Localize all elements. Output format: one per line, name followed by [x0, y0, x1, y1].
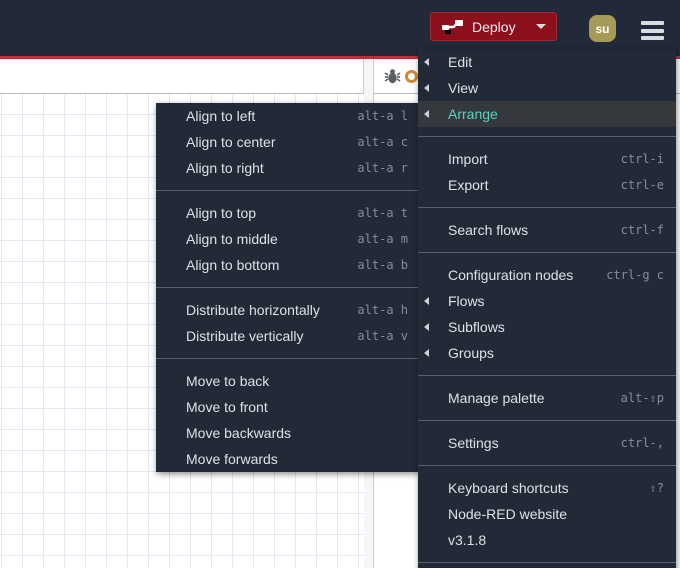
menu-item-shortcut: ctrl-f: [620, 223, 664, 237]
menu-item-label: Search flows: [448, 222, 529, 238]
menu-item-label: Move forwards: [186, 451, 278, 467]
submenu-arrow-icon: [424, 84, 429, 92]
submenu-arrow-icon: [424, 58, 429, 66]
menu-item-move-to-back[interactable]: Move to back: [156, 368, 420, 394]
menu-item-align-to-center[interactable]: Align to center alt-a c: [156, 129, 420, 155]
menu-item-label: Move backwards: [186, 425, 292, 441]
menu-item-manage-palette[interactable]: Manage palette alt-⇧p: [418, 385, 676, 411]
menu-item-shortcut: ⇧?: [649, 481, 664, 495]
menu-separator: [418, 252, 676, 253]
menu-item-align-to-top[interactable]: Align to top alt-a t: [156, 200, 420, 226]
menu-item-search-flows[interactable]: Search flows ctrl-f: [418, 217, 676, 243]
menu-item-node-red-website[interactable]: Node-RED website: [418, 501, 676, 527]
menu-separator: [418, 465, 676, 466]
menu-item-label: Settings: [448, 435, 499, 451]
menu-item-flows[interactable]: Flows: [418, 288, 676, 314]
menu-item-shortcut: alt-a l: [357, 109, 408, 123]
main-menu-hamburger-icon[interactable]: [641, 21, 664, 40]
menu-item-v3-1-8[interactable]: v3.1.8: [418, 527, 676, 553]
menu-item-label: Subflows: [448, 319, 505, 335]
menu-separator: [418, 420, 676, 421]
menu-item-label: Align to middle: [186, 231, 278, 247]
menu-item-settings[interactable]: Settings ctrl-,: [418, 430, 676, 456]
menu-item-label: v3.1.8: [448, 532, 487, 548]
menu-item-label: Align to center: [186, 134, 276, 150]
menu-item-label: Align to top: [186, 205, 257, 221]
menu-item-shortcut: alt-a r: [357, 161, 408, 175]
submenu-arrow-icon: [424, 297, 429, 305]
user-avatar[interactable]: su: [589, 15, 616, 42]
menu-item-label: Distribute vertically: [186, 328, 304, 344]
submenu-arrow-icon: [424, 349, 429, 357]
menu-separator: [418, 207, 676, 208]
menu-item-align-to-bottom[interactable]: Align to bottom alt-a b: [156, 252, 420, 278]
flow-tabbar: [0, 59, 364, 94]
menu-item-shortcut: alt-a b: [357, 258, 408, 272]
menu-item-edit[interactable]: Edit: [418, 49, 676, 75]
deploy-button-label: Deploy: [472, 18, 516, 35]
menu-item-align-to-right[interactable]: Align to right alt-a r: [156, 155, 420, 181]
menu-item-keyboard-shortcuts[interactable]: Keyboard shortcuts ⇧?: [418, 475, 676, 501]
menu-item-label: Manage palette: [448, 390, 545, 406]
menu-separator: [418, 136, 676, 137]
menu-item-label: Distribute horizontally: [186, 302, 320, 318]
menu-item-label: Configuration nodes: [448, 267, 574, 283]
menu-item-label: Node-RED website: [448, 506, 568, 522]
menu-item-subflows[interactable]: Subflows: [418, 314, 676, 340]
menu-item-label: Align to right: [186, 160, 264, 176]
menu-item-align-to-middle[interactable]: Align to middle alt-a m: [156, 226, 420, 252]
menu-item-distribute-vertically[interactable]: Distribute vertically alt-a v: [156, 323, 420, 349]
node-red-window: +: [0, 0, 680, 568]
menu-separator: [156, 190, 420, 191]
debug-tab-bug-icon[interactable]: [384, 68, 401, 90]
menu-item-shortcut: ctrl-i: [620, 152, 664, 166]
menu-item-export[interactable]: Export ctrl-e: [418, 172, 676, 198]
menu-item-label: Arrange: [448, 106, 498, 122]
menu-item-shortcut: ctrl-g c: [606, 268, 664, 282]
menu-item-label: Edit: [448, 54, 473, 70]
menu-item-shortcut: ctrl-e: [620, 178, 664, 192]
deploy-options-caret-icon[interactable]: [536, 24, 546, 29]
main-dropdown-menu: Edit View Arrange Import ctrl-i Export ctrl-e S…: [418, 49, 676, 568]
menu-item-configuration-nodes[interactable]: Configuration nodes ctrl-g c: [418, 262, 676, 288]
menu-item-shortcut: alt-⇧p: [620, 391, 664, 405]
menu-item-shortcut: alt-a h: [357, 303, 408, 317]
menu-separator: [418, 562, 676, 563]
menu-item-label: Keyboard shortcuts: [448, 480, 569, 496]
menu-item-import[interactable]: Import ctrl-i: [418, 146, 676, 172]
menu-item-label: Move to front: [186, 399, 268, 415]
menu-item-label: Groups: [448, 345, 494, 361]
menu-item-label: Move to back: [186, 373, 270, 389]
menu-item-shortcut: alt-a m: [357, 232, 408, 246]
menu-item-view[interactable]: View: [418, 75, 676, 101]
menu-separator: [418, 375, 676, 376]
menu-item-label: Import: [448, 151, 488, 167]
menu-item-shortcut: ctrl-,: [620, 436, 664, 450]
sidebar-tab-icon[interactable]: [405, 70, 418, 83]
submenu-arrow-icon: [424, 323, 429, 331]
menu-item-move-backwards[interactable]: Move backwards: [156, 420, 420, 446]
menu-item-label: View: [448, 80, 479, 96]
menu-item-groups[interactable]: Groups: [418, 340, 676, 366]
deploy-icon: [442, 19, 463, 34]
arrange-submenu: Align to left alt-a l Align to center alt-a…: [156, 103, 420, 472]
menu-item-move-to-front[interactable]: Move to front: [156, 394, 420, 420]
menu-item-shortcut: alt-a c: [357, 135, 408, 149]
menu-item-label: Export: [448, 177, 489, 193]
menu-item-label: Align to bottom: [186, 257, 280, 273]
menu-item-distribute-horizontally[interactable]: Distribute horizontally alt-a h: [156, 297, 420, 323]
menu-item-shortcut: alt-a t: [357, 206, 408, 220]
menu-separator: [156, 287, 420, 288]
menu-item-move-forwards[interactable]: Move forwards: [156, 446, 420, 472]
menu-item-label: Align to left: [186, 108, 256, 124]
menu-separator: [156, 358, 420, 359]
submenu-arrow-icon: [424, 110, 429, 118]
deploy-button[interactable]: Deploy: [430, 12, 557, 41]
menu-item-label: Flows: [448, 293, 485, 309]
menu-item-shortcut: alt-a v: [357, 329, 408, 343]
menu-item-align-to-left[interactable]: Align to left alt-a l: [156, 103, 420, 129]
menu-item-arrange[interactable]: Arrange: [418, 101, 676, 127]
